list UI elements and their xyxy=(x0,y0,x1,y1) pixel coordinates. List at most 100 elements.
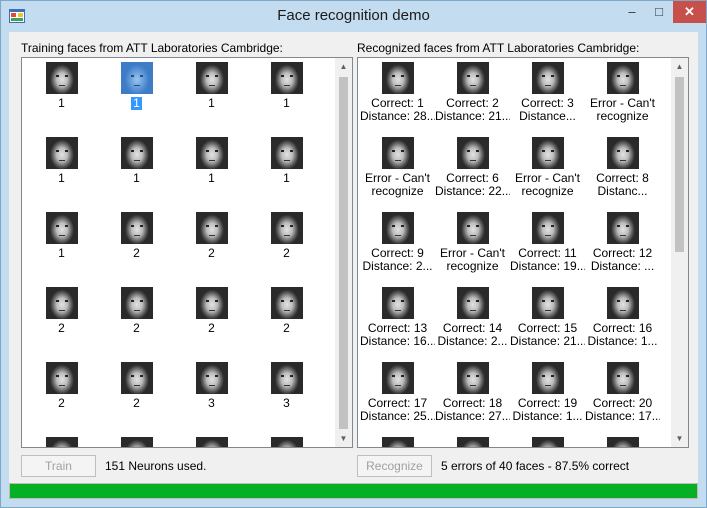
face-item[interactable]: Error - Can't recognize xyxy=(510,137,585,198)
face-label-text: 2 xyxy=(133,397,140,410)
face-item[interactable]: 1 xyxy=(249,62,324,110)
face-item[interactable] xyxy=(249,437,324,447)
face-item[interactable] xyxy=(360,437,435,447)
face-item[interactable]: Correct: 20 Distance: 17... xyxy=(585,362,660,423)
maximize-button[interactable]: □ xyxy=(646,1,672,23)
face-item[interactable]: 1 xyxy=(99,62,174,110)
recognized-faces-label: Recognized faces from ATT Laboratories C… xyxy=(357,41,640,55)
minimize-button[interactable]: ‒ xyxy=(619,1,645,23)
face-item[interactable]: 2 xyxy=(174,212,249,260)
face-thumbnail xyxy=(456,137,489,169)
result-line: Distance: 21... xyxy=(435,109,510,123)
face-label: 2 xyxy=(249,247,324,260)
face-item[interactable]: 2 xyxy=(249,287,324,335)
face-thumbnail xyxy=(531,212,564,244)
face-thumbnail xyxy=(531,62,564,94)
face-item[interactable]: Correct: 14 Distance: 2... xyxy=(435,287,510,348)
face-item[interactable]: 2 xyxy=(24,287,99,335)
face-label: 2 xyxy=(24,397,99,410)
close-button[interactable]: ✕ xyxy=(673,1,706,23)
scroll-up-arrow-icon[interactable]: ▲ xyxy=(671,58,688,75)
training-faces-list[interactable]: 1 1 1 1 1 1 1 1 1 2 2 2 2 2 2 2 2 2 3 3 2 ▲ ▼ xyxy=(21,57,353,448)
face-item[interactable]: Correct: 17 Distance: 25... xyxy=(360,362,435,423)
face-item[interactable]: 2 xyxy=(249,212,324,260)
face-item[interactable]: 3 xyxy=(174,362,249,410)
face-thumbnail xyxy=(381,437,414,447)
face-label: 1 xyxy=(249,172,324,185)
result-line: Distance: 2... xyxy=(362,259,433,273)
recognized-scrollbar[interactable]: ▲ ▼ xyxy=(671,58,688,447)
face-item[interactable]: 1 xyxy=(99,137,174,185)
face-item[interactable]: Correct: 2 Distance: 21... xyxy=(435,62,510,123)
face-label: 1 xyxy=(99,97,174,110)
face-item[interactable]: 1 xyxy=(24,137,99,185)
face-label: 1 xyxy=(174,172,249,185)
face-item[interactable]: Error - Can't recognize xyxy=(360,137,435,198)
face-item[interactable] xyxy=(24,437,99,447)
face-item[interactable]: 2 xyxy=(99,437,174,447)
scrollbar-thumb[interactable] xyxy=(675,77,684,252)
face-label-text: 2 xyxy=(283,322,290,335)
scroll-up-arrow-icon[interactable]: ▲ xyxy=(335,58,352,75)
result-line: Distance: 25... xyxy=(360,409,435,423)
face-thumbnail xyxy=(45,137,78,169)
result-line: Distance: 1... xyxy=(512,409,583,423)
face-item[interactable]: Correct: 11 Distance: 19... xyxy=(510,212,585,273)
face-thumbnail xyxy=(531,437,564,447)
face-label-text: 2 xyxy=(58,322,65,335)
train-button[interactable]: Train xyxy=(21,455,96,477)
face-label-text: 2 xyxy=(283,247,290,260)
face-thumbnail xyxy=(120,287,153,319)
scroll-down-arrow-icon[interactable]: ▼ xyxy=(335,430,352,447)
face-item[interactable] xyxy=(174,437,249,447)
face-item[interactable]: 1 xyxy=(24,212,99,260)
face-item[interactable]: 2 xyxy=(24,362,99,410)
face-item[interactable]: 3 xyxy=(249,362,324,410)
scroll-down-arrow-icon[interactable]: ▼ xyxy=(671,430,688,447)
face-label: 2 xyxy=(99,322,174,335)
face-item[interactable]: Correct: 15 Distance: 21... xyxy=(510,287,585,348)
face-item[interactable]: 1 xyxy=(174,137,249,185)
face-thumbnail xyxy=(195,362,228,394)
recognize-button[interactable]: Recognize xyxy=(357,455,432,477)
face-item[interactable] xyxy=(435,437,510,447)
face-item[interactable]: 2 xyxy=(99,212,174,260)
result-line: Distance: 1... xyxy=(587,334,658,348)
face-item[interactable]: 1 xyxy=(24,62,99,110)
result-line: Distanc... xyxy=(597,184,648,198)
result-line: recognize xyxy=(521,184,574,198)
recognized-faces-list[interactable]: SOFTPEDIA Correct: 1Distance: 28...Corre… xyxy=(357,57,689,448)
face-item[interactable]: 2 xyxy=(99,287,174,335)
face-item[interactable]: Correct: 12 Distance: ... xyxy=(585,212,660,273)
face-thumbnail xyxy=(606,362,639,394)
recognition-result: Correct: 3 Distance... xyxy=(510,97,585,123)
face-item[interactable]: 1 xyxy=(249,137,324,185)
training-scrollbar[interactable]: ▲ ▼ xyxy=(335,58,352,447)
face-item[interactable]: 1 xyxy=(174,62,249,110)
face-item[interactable] xyxy=(510,437,585,447)
face-item[interactable]: 2 xyxy=(174,287,249,335)
face-item[interactable]: Correct: 19 Distance: 1... xyxy=(510,362,585,423)
face-label-text: 2 xyxy=(133,247,140,260)
face-item[interactable]: Correct: 9 Distance: 2... xyxy=(360,212,435,273)
face-item[interactable]: Correct: 1 Distance: 28... xyxy=(360,62,435,123)
face-item[interactable]: Error - Can't recognize xyxy=(585,62,660,123)
face-item[interactable] xyxy=(585,437,660,447)
scrollbar-thumb[interactable] xyxy=(339,77,348,429)
face-thumbnail xyxy=(456,287,489,319)
face-thumbnail xyxy=(270,437,303,447)
face-thumbnail xyxy=(195,437,228,447)
face-thumbnail xyxy=(45,362,78,394)
face-item[interactable]: Correct: 18 Distance: 27... xyxy=(435,362,510,423)
face-label-text: 1 xyxy=(208,172,215,185)
face-item[interactable]: Correct: 6 Distance: 22... xyxy=(435,137,510,198)
face-item[interactable]: Correct: 13 Distance: 16... xyxy=(360,287,435,348)
face-item[interactable]: Correct: 3 Distance... xyxy=(510,62,585,123)
title-bar[interactable]: Face recognition demo ‒ □ ✕ xyxy=(1,1,706,32)
face-item[interactable]: Error - Can't recognize xyxy=(435,212,510,273)
face-item[interactable]: 2 xyxy=(99,362,174,410)
face-item[interactable]: Correct: 8 Distanc... xyxy=(585,137,660,198)
face-thumbnail xyxy=(606,212,639,244)
face-item[interactable]: Correct: 16 Distance: 1... xyxy=(585,287,660,348)
face-label-text: 1 xyxy=(208,97,215,110)
